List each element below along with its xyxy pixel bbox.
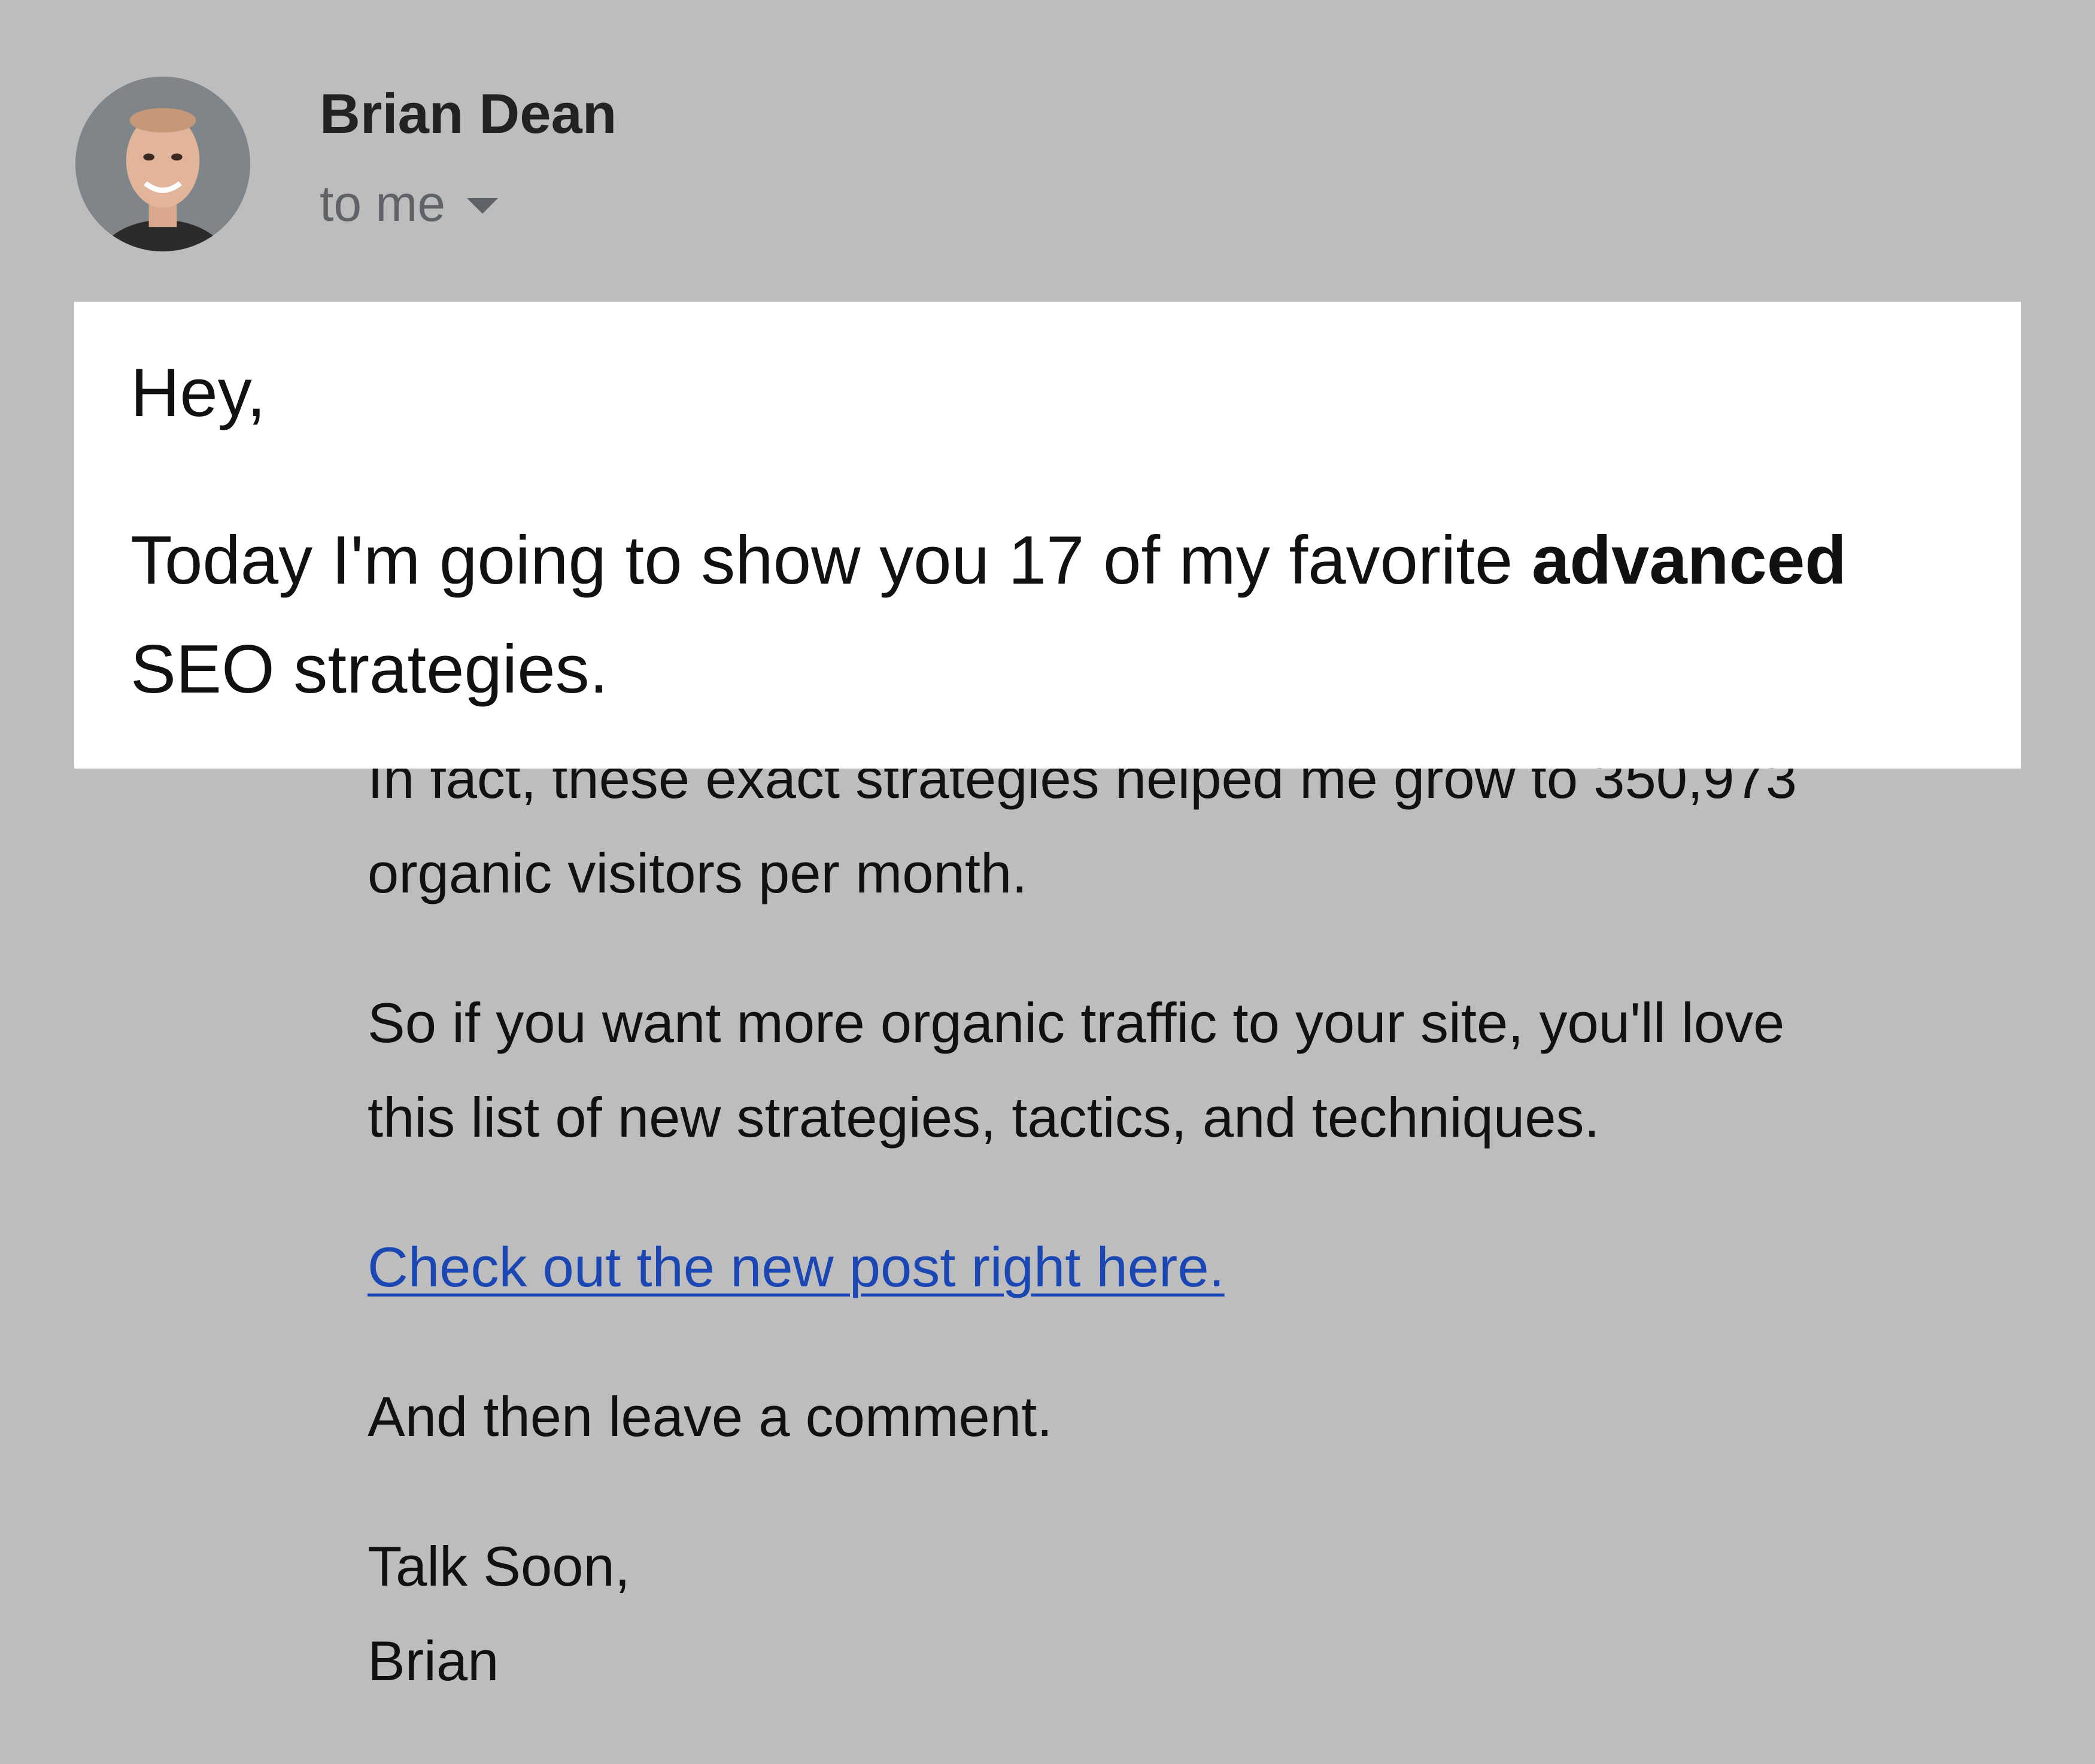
email-body: In fact, these exact strategies helped m… <box>368 731 2032 1708</box>
post-link[interactable]: Check out the new post right here. <box>368 1235 1225 1298</box>
paragraph-traffic: So if you want more organic traffic to y… <box>368 976 2032 1165</box>
sender-name: Brian Dean <box>320 82 617 145</box>
highlight-box: Hey, Today I'm going to show you 17 of m… <box>74 302 2021 769</box>
recipient-dropdown[interactable]: to me <box>320 175 499 232</box>
paragraph-traffic-line1: So if you want more organic traffic to y… <box>368 991 1785 1054</box>
chevron-down-icon[interactable] <box>467 198 499 214</box>
avatar-photo <box>75 77 250 251</box>
avatar[interactable] <box>75 77 250 251</box>
recipient-label: to me <box>320 175 446 232</box>
signature: Brian <box>368 1629 499 1692</box>
paragraph-signoff: Talk Soon, Brian <box>368 1519 2032 1708</box>
highlight-line1: Today I'm going to show you 17 of my fav… <box>130 527 1847 595</box>
paragraph-fact-line2: organic visitors per month. <box>368 842 1028 904</box>
paragraph-link: Check out the new post right here. <box>368 1220 2032 1314</box>
paragraph-traffic-line2: this list of new strategies, tactics, an… <box>368 1086 1600 1149</box>
highlight-line2: SEO strategies. <box>130 631 609 708</box>
highlight-line1-text: Today I'm going to show you 17 of my fav… <box>130 523 1532 599</box>
paragraph-leave-comment: And then leave a comment. <box>368 1385 1053 1448</box>
greeting: Hey, <box>130 355 266 431</box>
signoff: Talk Soon, <box>368 1535 630 1598</box>
highlight-bold-word: advanced <box>1531 523 1847 599</box>
